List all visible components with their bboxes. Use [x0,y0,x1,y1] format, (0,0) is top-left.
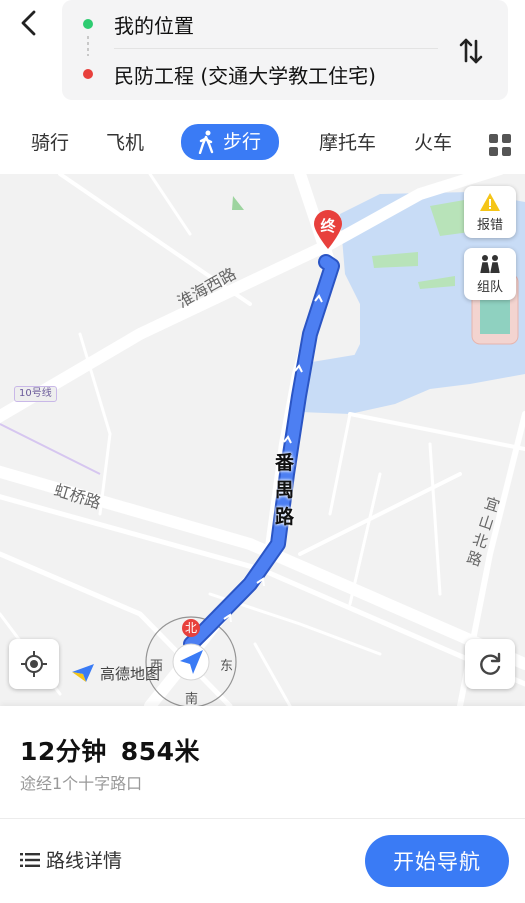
tab-train[interactable]: 火车 [414,128,452,158]
map-view[interactable]: 淮海西路 虹桥路 番禺路 宜山北路 10号线 终 报错 组队 高德地图 北 西 … [0,174,525,706]
card-divider [0,818,525,819]
distance: 854米 [120,737,200,766]
list-icon [20,852,40,867]
travel-mode-tabs: 骑行 飞机 步行 摩托车 火车 [0,112,525,174]
back-arrow-icon [21,10,36,36]
amap-logo: 高德地图 [70,662,160,684]
compass-west: 西 [150,659,164,674]
end-marker[interactable]: 终 [312,210,344,250]
walking-icon [198,130,214,154]
compass-south: 南 [185,692,199,706]
destination-dot-icon [83,69,93,79]
road-local-10 [348,472,382,606]
refresh-icon [480,652,501,675]
road-label-panyu: 番禺路 [275,452,295,528]
route-details-label: 路线详情 [46,850,123,872]
road-local-5 [148,174,192,236]
tab-flight[interactable]: 飞机 [106,128,144,158]
route-summary-card: 12分钟 854米 途经1个十字路口 路线详情 开始导航 [0,706,525,903]
origin-row[interactable]: 我的位置 [62,2,432,46]
route-header: 我的位置 民防工程 (交通大学教工住宅) [0,0,525,112]
team-button[interactable]: 组队 [464,248,516,300]
park-area-4 [232,196,244,210]
duration: 12分钟 [20,737,107,766]
map-canvas [0,174,525,706]
report-error-button[interactable]: 报错 [464,186,516,238]
road-local-4 [348,412,525,451]
walking-route [185,256,338,650]
metro-line-badge: 10号线 [14,386,57,402]
team-label: 组队 [476,279,503,295]
end-marker-label: 终 [320,217,336,235]
refresh-button[interactable] [465,639,515,689]
tab-cycling[interactable]: 骑行 [31,128,69,158]
via-text: 途经1个十字路口 [20,774,143,793]
tab-walking[interactable]: 步行 [181,124,280,160]
locate-icon [21,651,47,677]
route-input-box: 我的位置 民防工程 (交通大学教工住宅) [62,0,508,100]
amap-logo-icon [72,664,94,682]
tab-walking-label: 步行 [223,131,262,153]
start-navigation-button[interactable]: 开始导航 [365,835,509,887]
road-local-12 [253,642,292,706]
warning-icon [480,192,500,211]
route-divider [114,48,438,49]
report-error-label: 报错 [476,217,503,233]
road-local-7 [328,412,352,516]
tab-motorcycle[interactable]: 摩托车 [319,128,376,158]
road-local-8 [428,442,442,596]
destination-text: 民防工程 (交通大学教工住宅) [114,63,376,88]
compass-north: 北 [182,619,200,637]
swap-icon[interactable] [456,36,486,66]
route-details-button[interactable]: 路线详情 [20,846,122,873]
team-icon [480,254,500,273]
origin-dot-icon [83,19,93,29]
eta-text: 12分钟 854米 [20,732,200,768]
origin-text: 我的位置 [114,13,194,38]
compass-east: 东 [220,659,234,674]
metro-line [0,423,101,475]
destination-row[interactable]: 民防工程 (交通大学教工住宅) [62,52,432,96]
locate-button[interactable] [9,639,59,689]
more-modes-icon[interactable] [489,134,511,156]
back-button[interactable] [12,6,46,40]
